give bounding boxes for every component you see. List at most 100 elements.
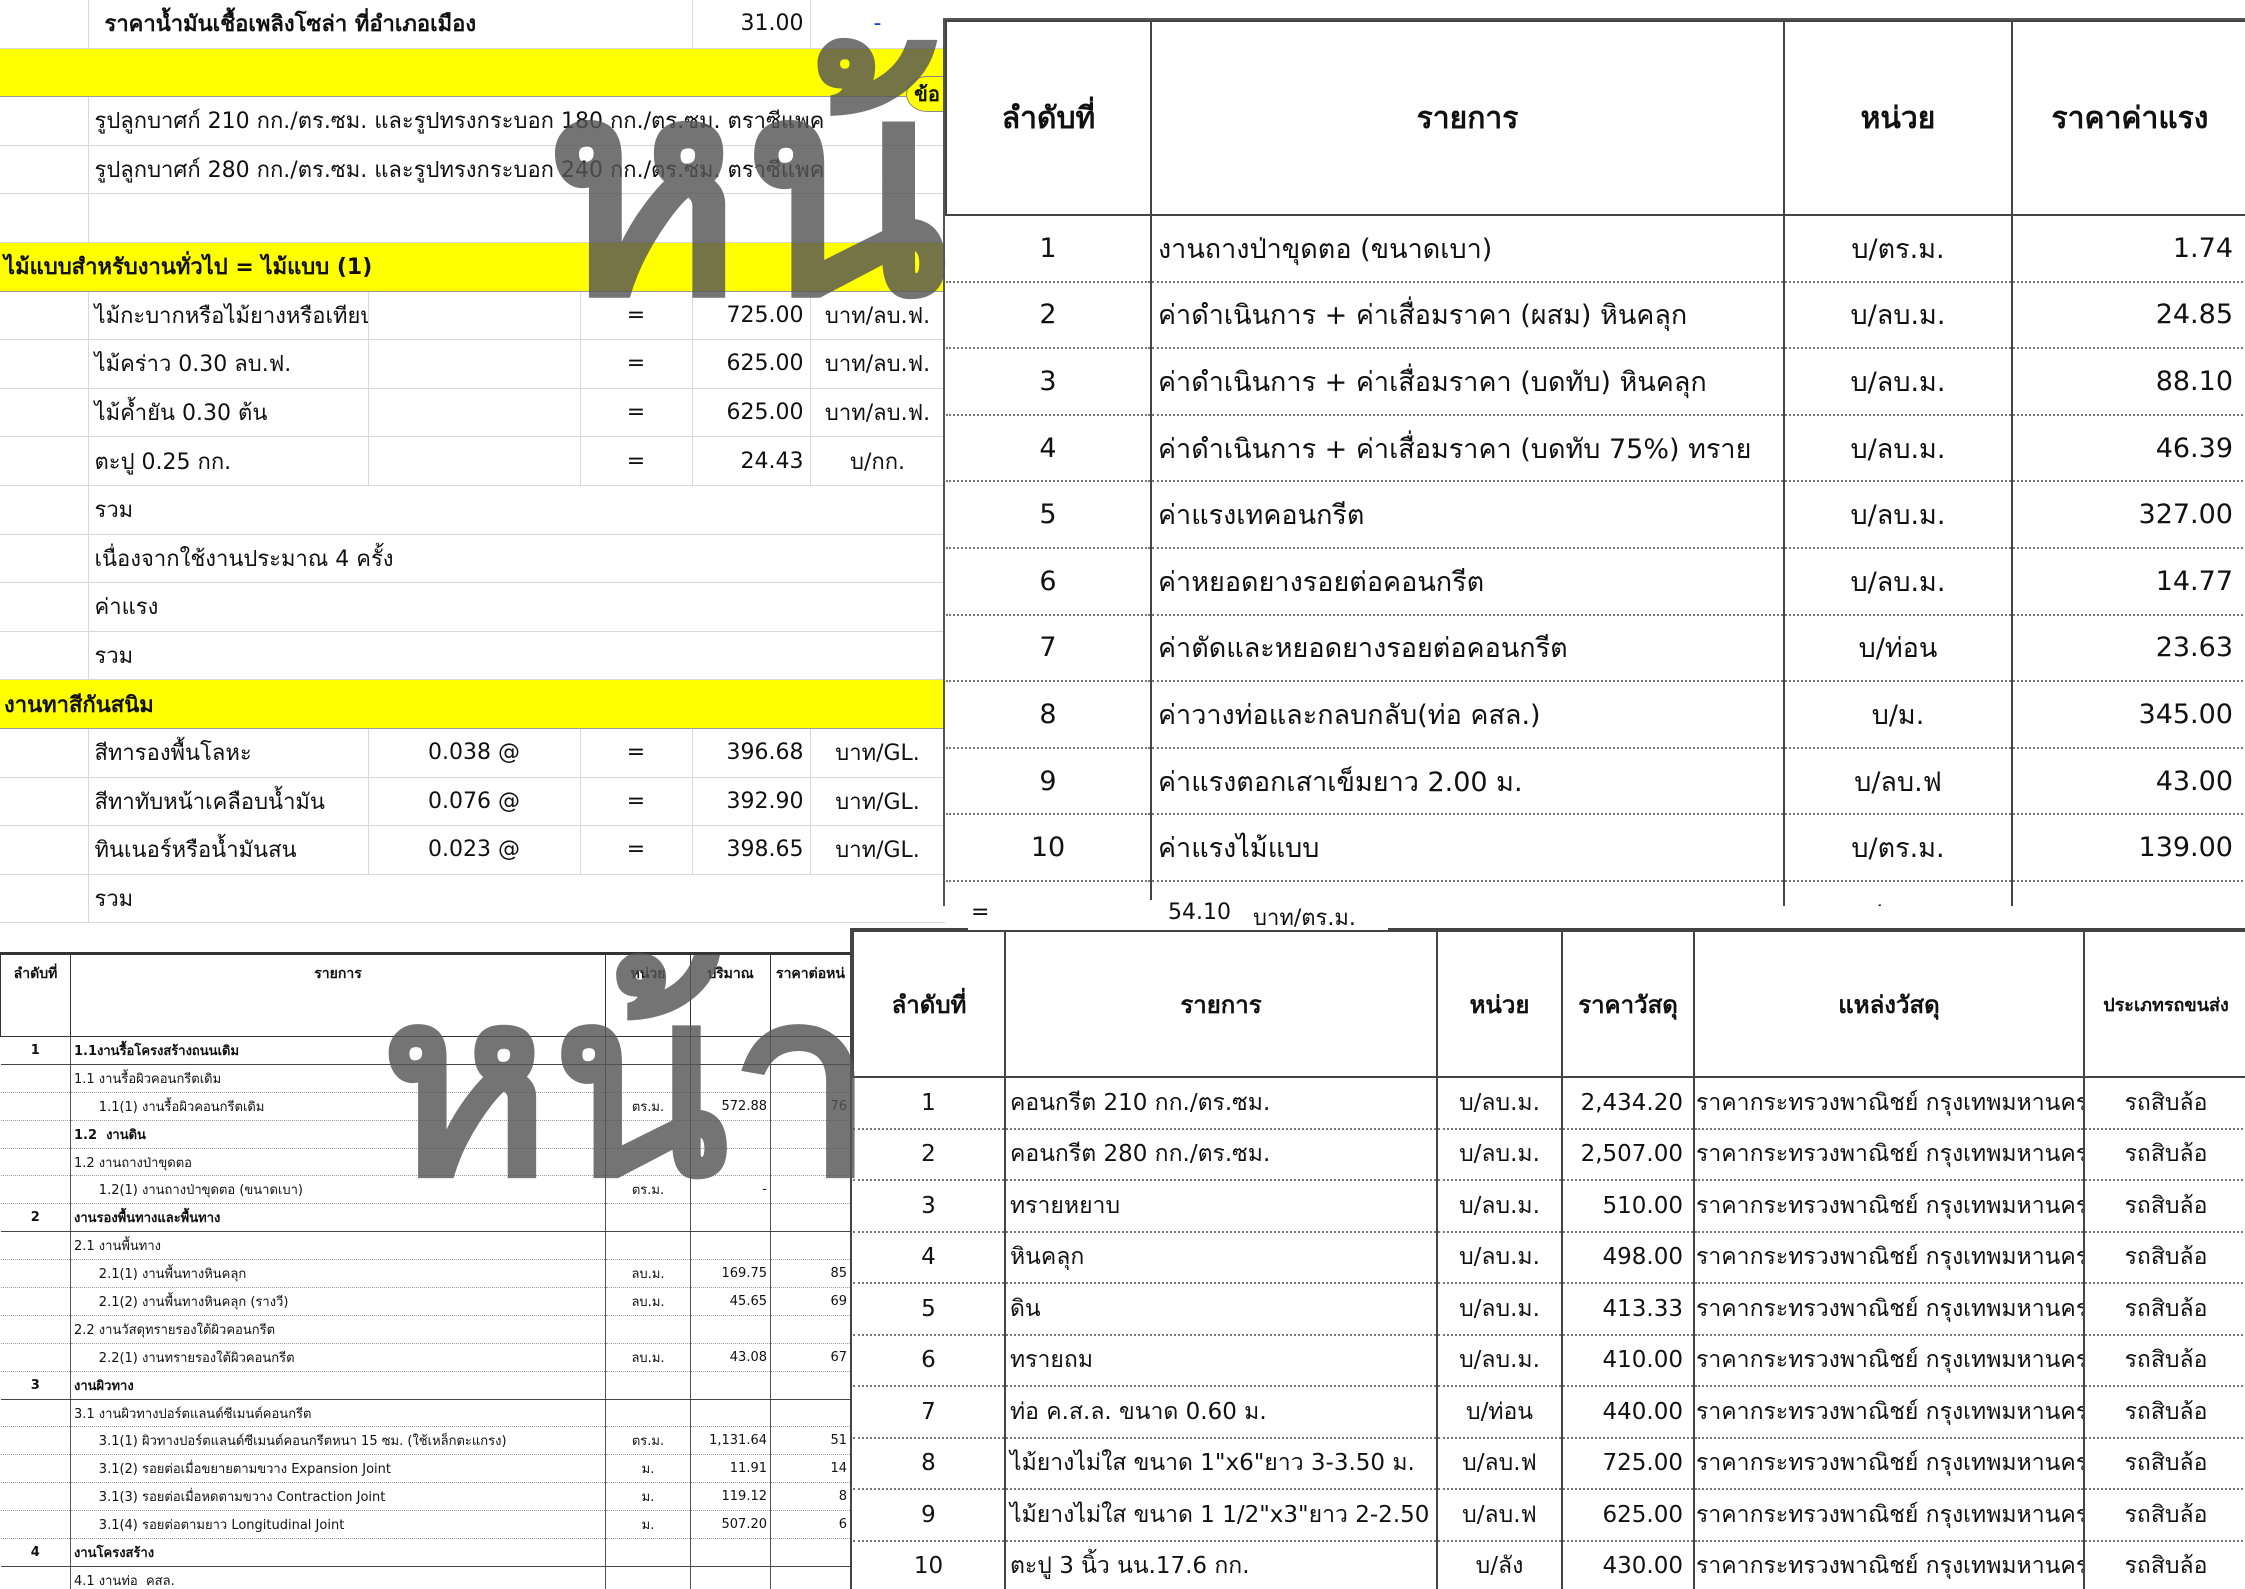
boq-item: 1.2(1) งานถางป่าขุดตอ (ขนาดเบา) <box>71 1176 606 1204</box>
labor-header-price: ราคาค่าแรง <box>2012 21 2245 215</box>
row-indent <box>0 631 88 680</box>
sheet-row: เนื่องจากใช้งานประมาณ 4 ครั้ง <box>0 534 945 583</box>
boq-unit <box>606 1148 691 1176</box>
material-transport: รถสิบล้อ <box>2084 1541 2245 1589</box>
sheet-row: ไม้ค้ำยัน 0.30 ต้น=625.00บาท/ลบ.ฟ. <box>0 388 945 437</box>
material-no: 2 <box>853 1129 1005 1181</box>
labor-price: 88.10 <box>2012 348 2245 415</box>
boq-no <box>1 1064 71 1092</box>
boq-row: 2.2 งานวัสดุทรายรองใต้ผิวคอนกรีต <box>1 1315 851 1343</box>
material-price: 498.00 <box>1562 1232 1694 1284</box>
labor-row: 8ค่าวางท่อและกลบกลับ(ท่อ คสล.)บ/ม.345.00 <box>946 681 2245 748</box>
row-indent <box>0 291 88 340</box>
boq-unit <box>606 1204 691 1232</box>
boq-no <box>1 1399 71 1427</box>
boq-qty: 119.12 <box>691 1483 771 1511</box>
item-qty <box>368 340 580 389</box>
material-price: 2,434.20 <box>1562 1077 1694 1129</box>
boq-qty <box>691 1371 771 1399</box>
boq-price <box>771 1064 851 1092</box>
boq-item: 2.1(2) งานพื้นทางหินคลุก (รางวี) <box>71 1288 606 1316</box>
boq-price: 8 <box>771 1483 851 1511</box>
item-unit: บาท/GL. <box>810 826 945 875</box>
boq-unit: ม. <box>606 1455 691 1483</box>
material-cost-sheet: ลำดับที่ รายการ หน่วย ราคาวัสดุ แหล่งวัส… <box>850 928 2245 1589</box>
labor-unit: บ/ลบ.ม. <box>1784 415 2012 482</box>
boq-row: 11.1งานรื้อโครงสร้างถนนเดิม <box>1 1037 851 1065</box>
boq-unit: ตร.ม. <box>606 1092 691 1120</box>
labor-header-row: ลำดับที่ รายการ หน่วย ราคาค่าแรง <box>946 21 2245 215</box>
item-unit: บาท/ลบ.ฟ. <box>810 388 945 437</box>
item-value: 398.65 <box>692 826 810 875</box>
labor-price: 327.00 <box>2012 481 2245 548</box>
material-unit: บ/ลัง <box>1437 1541 1562 1589</box>
labor-item: งานถางป่าขุดตอ (ขนาดเบา) <box>1151 215 1784 282</box>
boq-item: 3.1 งานผิวทางปอร์ตแลนด์ซีเมนต์คอนกรีต <box>71 1399 606 1427</box>
boq-row: 3.1 งานผิวทางปอร์ตแลนด์ซีเมนต์คอนกรีต <box>1 1399 851 1427</box>
material-price: 2,507.00 <box>1562 1129 1694 1181</box>
boq-price <box>771 1315 851 1343</box>
material-price: 510.00 <box>1562 1180 1694 1232</box>
boq-unit: ตร.ม. <box>606 1176 691 1204</box>
boq-item: 3.1(4) รอยต่อตามยาว Longitudinal Joint <box>71 1511 606 1539</box>
material-source: ราคากระทรวงพาณิชย์ กรุงเทพมหานคร <box>1694 1232 2084 1284</box>
boq-no <box>1 1483 71 1511</box>
boq-row: 2.2(1) งานทรายรองใต้ผิวคอนกรีตลบ.ม.43.08… <box>1 1343 851 1371</box>
material-header-item: รายการ <box>1005 931 1437 1077</box>
labor-unit: บ./ลบ.ม. <box>1784 881 2012 906</box>
material-item: ทรายหยาบ <box>1005 1180 1437 1232</box>
item-qty: 0.023 @ <box>368 826 580 875</box>
material-unit: บ/ลบ.ม. <box>1437 1077 1562 1129</box>
material-item: ไม้ยางไม่ใส ขนาด 1"x6"ยาว 3-3.50 ม. <box>1005 1438 1437 1490</box>
labor-no: 10 <box>946 814 1151 881</box>
item-label: สีทาทับหน้าเคลือบน้ำมัน <box>88 777 368 826</box>
material-price: 413.33 <box>1562 1283 1694 1335</box>
row-indent <box>0 826 88 875</box>
material-item: คอนกรีต 210 กก./ตร.ซม. <box>1005 1077 1437 1129</box>
labor-row: 1งานถางป่าขุดตอ (ขนาดเบา)บ/ตร.ม.1.74 <box>946 215 2245 282</box>
row-indent <box>0 534 88 583</box>
material-unit: บ/ลบ.ฟ <box>1437 1489 1562 1541</box>
boq-qty <box>691 1539 771 1567</box>
material-unit: บ/ลบ.ม. <box>1437 1129 1562 1181</box>
boq-qty: 507.20 <box>691 1511 771 1539</box>
boq-unit <box>606 1566 691 1589</box>
material-header-no: ลำดับที่ <box>853 931 1005 1077</box>
boq-row: 1.2 งานถางป่าขุดตอ <box>1 1148 851 1176</box>
boq-header-qty: ปริมาณ <box>691 955 771 1037</box>
boq-no <box>1 1315 71 1343</box>
material-header-unit: หน่วย <box>1437 931 1562 1077</box>
labor-price: 14.77 <box>2012 548 2245 615</box>
item-eq: = <box>580 437 692 486</box>
labor-unit: บ/ตร.ม. <box>1784 215 2012 282</box>
material-source: ราคากระทรวงพาณิชย์ กรุงเทพมหานคร <box>1694 1489 2084 1541</box>
sheet-row: ไม้กะบากหรือไม้ยางหรือเทียบเท่า 1 ลบ.ฟ.=… <box>0 291 945 340</box>
formwork-rate-eq: = <box>971 900 989 925</box>
material-transport: รถสิบล้อ <box>2084 1283 2245 1335</box>
boq-price: 69 <box>771 1288 851 1316</box>
boq-no: 4 <box>1 1539 71 1567</box>
boq-qty <box>691 1064 771 1092</box>
item-value: 396.68 <box>692 728 810 777</box>
labor-no: 5 <box>946 481 1151 548</box>
boq-row: 3งานผิวทาง <box>1 1371 851 1399</box>
labor-header-item: รายการ <box>1151 21 1784 215</box>
boq-price: 6 <box>771 1511 851 1539</box>
row-indent <box>0 583 88 632</box>
boq-price <box>771 1120 851 1148</box>
labor-item: ค่าวางท่อและกลบกลับ(ท่อ คสล.) <box>1151 681 1784 748</box>
material-header-transport: ประเภทรถขนส่ง <box>2084 931 2245 1077</box>
boq-qty: - <box>691 1176 771 1204</box>
row-indent <box>0 437 88 486</box>
material-row: 6ทรายถมบ/ลบ.ม.410.00ราคากระทรวงพาณิชย์ ก… <box>853 1335 2245 1387</box>
labor-price: 1.74 <box>2012 215 2245 282</box>
material-price: 725.00 <box>1562 1438 1694 1490</box>
boq-unit: ม. <box>606 1511 691 1539</box>
material-row: 3ทรายหยาบบ/ลบ.ม.510.00ราคากระทรวงพาณิชย์… <box>853 1180 2245 1232</box>
material-item: ทรายถม <box>1005 1335 1437 1387</box>
boq-item: งานผิวทาง <box>71 1371 606 1399</box>
boq-price: 67 <box>771 1343 851 1371</box>
material-unit: บ/ท่อน <box>1437 1386 1562 1438</box>
material-source: ราคากระทรวงพาณิชย์ กรุงเทพมหานคร <box>1694 1129 2084 1181</box>
boq-row: 3.1(4) รอยต่อตามยาว Longitudinal Jointม.… <box>1 1511 851 1539</box>
